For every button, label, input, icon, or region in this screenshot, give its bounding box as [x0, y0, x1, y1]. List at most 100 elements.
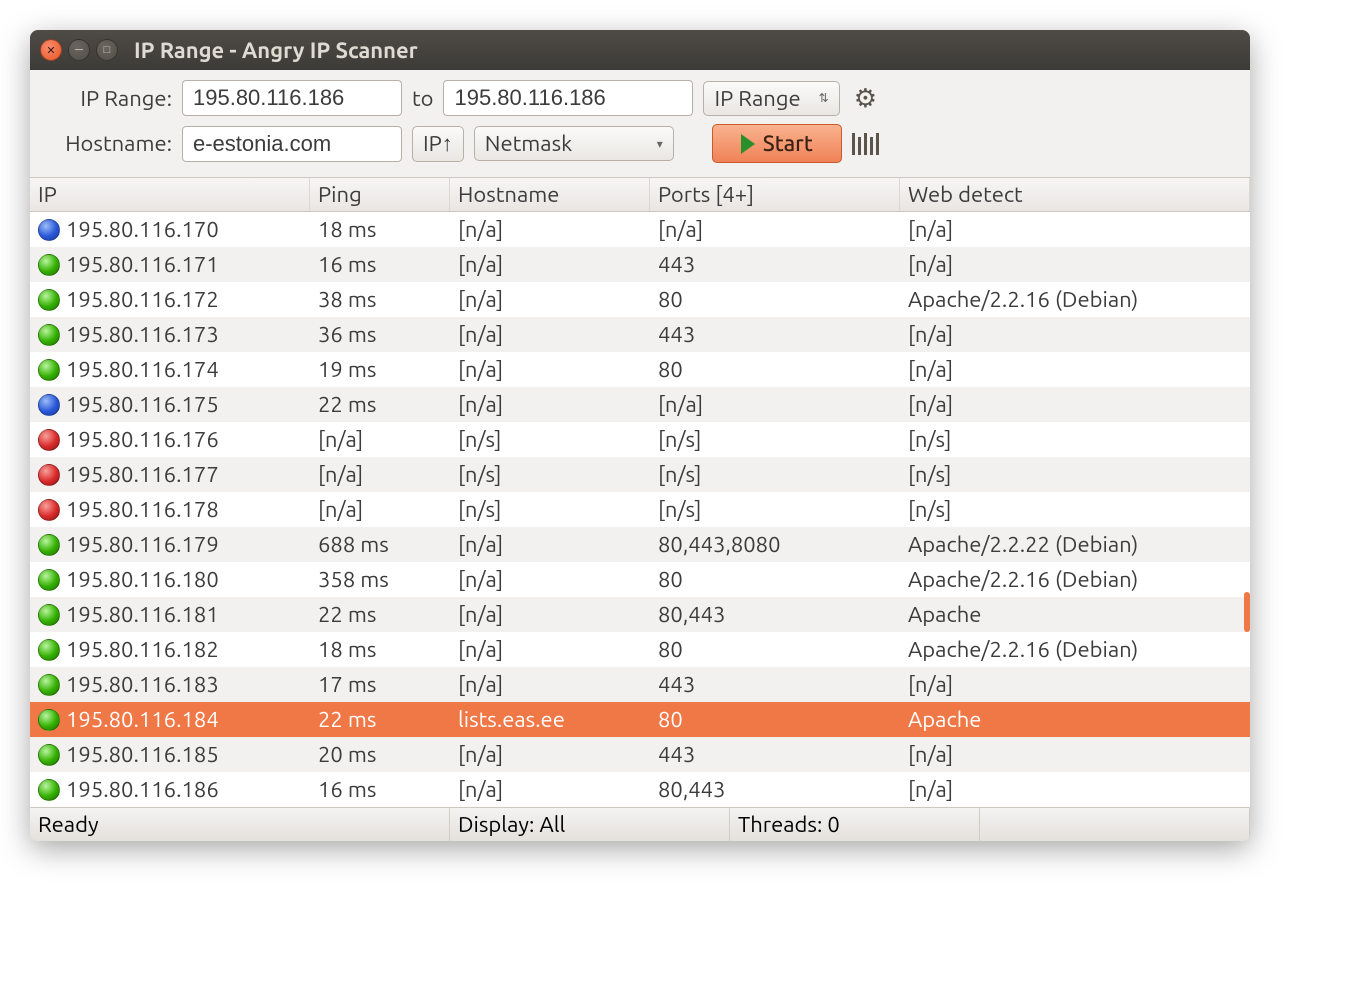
col-webdetect[interactable]: Web detect: [900, 178, 1250, 211]
table-row[interactable]: 195.80.116.180358 ms[n/a]80Apache/2.2.16…: [30, 562, 1250, 597]
table-row[interactable]: 195.80.116.176[n/a][n/s][n/s][n/s]: [30, 422, 1250, 457]
gear-icon[interactable]: ⚙: [850, 81, 881, 116]
status-dot-icon: [38, 604, 60, 626]
status-dot-icon: [38, 569, 60, 591]
status-dot-icon: [38, 709, 60, 731]
cell-web: [n/s]: [900, 427, 1250, 452]
cell-ip: 195.80.116.183: [66, 672, 219, 697]
ip-up-button[interactable]: IP↑: [412, 126, 464, 162]
col-ip[interactable]: IP: [30, 178, 310, 211]
cell-web: Apache/2.2.22 (Debian): [900, 532, 1250, 557]
status-dot-icon: [38, 674, 60, 696]
cell-ports: 80,443,8080: [650, 532, 900, 557]
mode-select[interactable]: IP Range ⇅: [703, 81, 839, 116]
status-dot-icon: [38, 744, 60, 766]
cell-ping: [n/a]: [310, 497, 450, 522]
hostname-input[interactable]: [182, 126, 402, 162]
cell-ip: 195.80.116.177: [66, 462, 219, 487]
cell-hostname: [n/a]: [450, 252, 650, 277]
cell-ip: 195.80.116.173: [66, 322, 219, 347]
table-body: 195.80.116.17018 ms[n/a][n/a][n/a]195.80…: [30, 212, 1250, 807]
ip-range-label: IP Range:: [42, 86, 172, 111]
cell-web: [n/s]: [900, 462, 1250, 487]
cell-ports: 80: [650, 567, 900, 592]
table-row[interactable]: 195.80.116.17018 ms[n/a][n/a][n/a]: [30, 212, 1250, 247]
cell-hostname: [n/a]: [450, 777, 650, 802]
cell-ports: [n/s]: [650, 497, 900, 522]
cell-web: [n/a]: [900, 217, 1250, 242]
status-dot-icon: [38, 254, 60, 276]
table-row[interactable]: 195.80.116.18317 ms[n/a]443[n/a]: [30, 667, 1250, 702]
cell-web: [n/a]: [900, 742, 1250, 767]
cell-ports: 443: [650, 672, 900, 697]
start-button[interactable]: Start: [712, 124, 842, 163]
cell-web: [n/s]: [900, 497, 1250, 522]
scrollbar-thumb[interactable]: [1244, 592, 1250, 632]
cell-ping: 16 ms: [310, 252, 450, 277]
cell-ip: 195.80.116.178: [66, 497, 219, 522]
minimize-icon[interactable]: ─: [68, 39, 90, 61]
cell-hostname: [n/a]: [450, 532, 650, 557]
cell-ping: 22 ms: [310, 602, 450, 627]
table-row[interactable]: 195.80.116.18616 ms[n/a]80,443[n/a]: [30, 772, 1250, 807]
table-row[interactable]: 195.80.116.18520 ms[n/a]443[n/a]: [30, 737, 1250, 772]
cell-ports: 80: [650, 357, 900, 382]
cell-ping: 688 ms: [310, 532, 450, 557]
table-row[interactable]: 195.80.116.17522 ms[n/a][n/a][n/a]: [30, 387, 1250, 422]
col-ping[interactable]: Ping: [310, 178, 450, 211]
cell-ping: [n/a]: [310, 427, 450, 452]
status-dot-icon: [38, 779, 60, 801]
toolbar: IP Range: to IP Range ⇅ ⚙ Hostname: IP↑ …: [30, 70, 1250, 178]
status-ready: Ready: [30, 808, 450, 841]
table-row[interactable]: 195.80.116.177[n/a][n/s][n/s][n/s]: [30, 457, 1250, 492]
cell-hostname: [n/a]: [450, 357, 650, 382]
cell-hostname: [n/a]: [450, 567, 650, 592]
cell-web: Apache/2.2.16 (Debian): [900, 287, 1250, 312]
ip-to-input[interactable]: [443, 80, 693, 116]
ip-from-input[interactable]: [182, 80, 402, 116]
close-icon[interactable]: ✕: [40, 39, 62, 61]
maximize-icon[interactable]: □: [96, 39, 118, 61]
cell-ip: 195.80.116.179: [66, 532, 219, 557]
cell-web: [n/a]: [900, 672, 1250, 697]
cell-hostname: [n/a]: [450, 742, 650, 767]
cell-hostname: [n/a]: [450, 672, 650, 697]
cell-ip: 195.80.116.174: [66, 357, 219, 382]
to-label: to: [412, 86, 433, 111]
table-row[interactable]: 195.80.116.17116 ms[n/a]443[n/a]: [30, 247, 1250, 282]
table-row[interactable]: 195.80.116.18422 mslists.eas.ee80Apache: [30, 702, 1250, 737]
chevron-updown-icon: ⇅: [819, 91, 829, 105]
col-hostname[interactable]: Hostname: [450, 178, 650, 211]
cell-ports: 80,443: [650, 777, 900, 802]
table-row[interactable]: 195.80.116.178[n/a][n/s][n/s][n/s]: [30, 492, 1250, 527]
status-empty: [980, 808, 1250, 841]
titlebar: ✕ ─ □ IP Range - Angry IP Scanner: [30, 30, 1250, 70]
cell-web: [n/a]: [900, 322, 1250, 347]
status-threads: Threads: 0: [730, 808, 980, 841]
table-row[interactable]: 195.80.116.179 688 ms[n/a]80,443,8080Apac…: [30, 527, 1250, 562]
status-dot-icon: [38, 499, 60, 521]
cell-ip: 195.80.116.172: [66, 287, 219, 312]
cell-ping: [n/a]: [310, 462, 450, 487]
cell-hostname: [n/s]: [450, 427, 650, 452]
table-row[interactable]: 195.80.116.17238 ms[n/a]80Apache/2.2.16 …: [30, 282, 1250, 317]
cell-ping: 22 ms: [310, 392, 450, 417]
status-dot-icon: [38, 534, 60, 556]
results-table: IP Ping Hostname Ports [4+] Web detect 1…: [30, 178, 1250, 807]
netmask-label: Netmask: [485, 131, 572, 156]
columns-icon[interactable]: [852, 133, 879, 155]
netmask-select[interactable]: Netmask ▾: [474, 126, 674, 161]
cell-web: Apache/2.2.16 (Debian): [900, 567, 1250, 592]
cell-ping: 36 ms: [310, 322, 450, 347]
status-dot-icon: [38, 429, 60, 451]
table-row[interactable]: 195.80.116.17419 ms[n/a]80[n/a]: [30, 352, 1250, 387]
table-row[interactable]: 195.80.116.18122 ms[n/a]80,443Apache: [30, 597, 1250, 632]
cell-ports: 443: [650, 742, 900, 767]
table-row[interactable]: 195.80.116.17336 ms[n/a]443[n/a]: [30, 317, 1250, 352]
col-ports[interactable]: Ports [4+]: [650, 178, 900, 211]
table-row[interactable]: 195.80.116.18218 ms[n/a]80Apache/2.2.16 …: [30, 632, 1250, 667]
cell-hostname: [n/a]: [450, 602, 650, 627]
cell-web: [n/a]: [900, 777, 1250, 802]
cell-hostname: [n/a]: [450, 322, 650, 347]
cell-ports: 80,443: [650, 602, 900, 627]
